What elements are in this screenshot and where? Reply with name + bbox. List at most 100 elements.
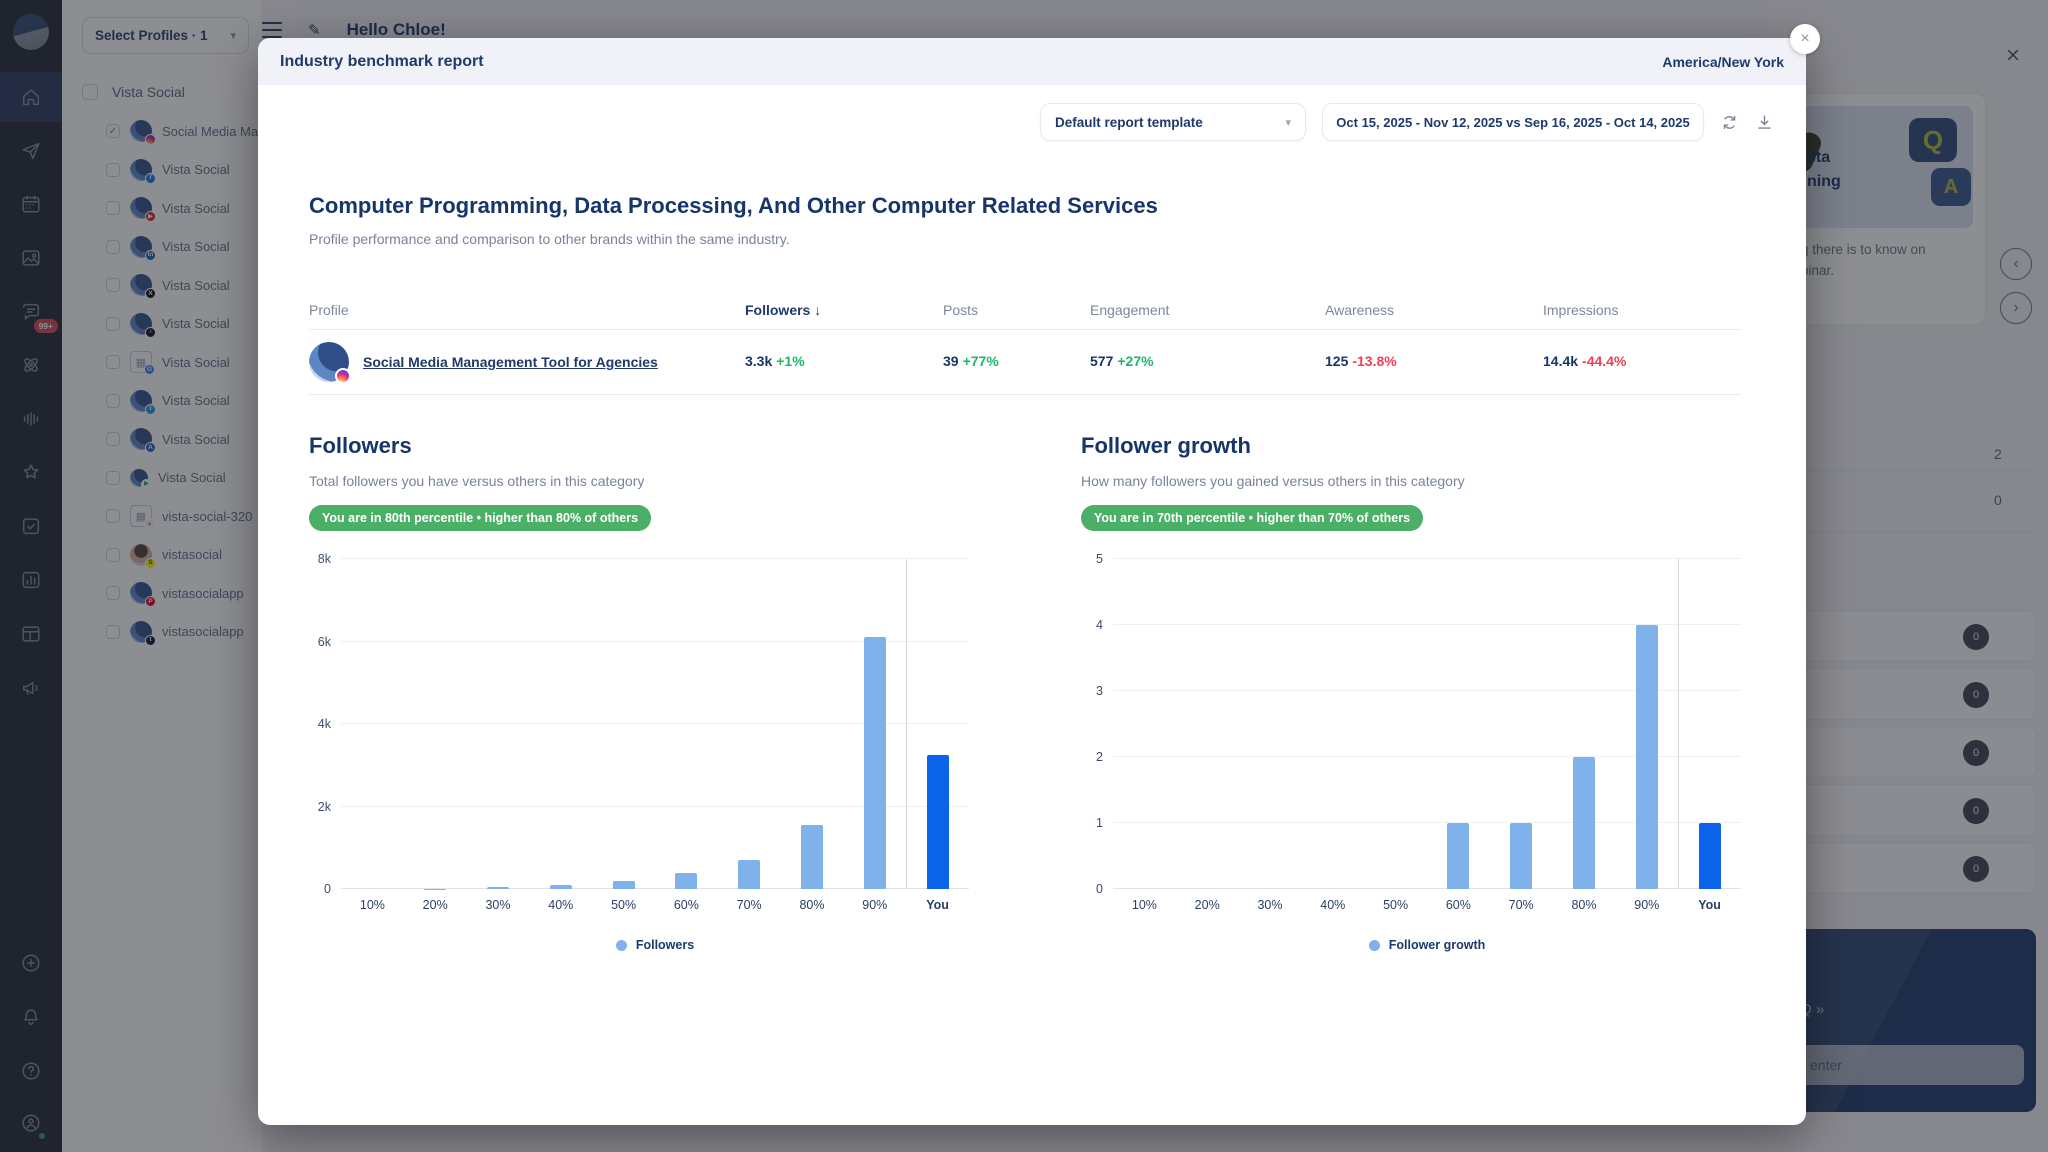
modal-title: Industry benchmark report	[280, 53, 484, 71]
followers-chart: 02k4k6k8k10%20%30%40%50%60%70%80%90%YouF…	[309, 559, 969, 952]
y-axis: 012345	[1081, 559, 1113, 889]
bar-80%	[1573, 757, 1595, 889]
industry-subtitle: Profile performance and comparison to ot…	[309, 231, 1741, 247]
download-icon	[1755, 113, 1774, 132]
sort-desc-icon: ↓	[814, 302, 821, 318]
legend: Followers	[341, 938, 969, 952]
refresh-icon	[1720, 113, 1739, 132]
y-tick-label: 1	[1096, 816, 1103, 830]
bar-60%	[675, 873, 697, 889]
x-tick-label: 80%	[1553, 898, 1616, 912]
chevron-down-icon: ▾	[1285, 116, 1291, 129]
bar-You	[1699, 823, 1721, 889]
table-header-row: Profile Followers ↓ Posts Engagement Awa…	[309, 291, 1741, 329]
y-tick-label: 4	[1096, 618, 1103, 632]
y-tick-label: 0	[1096, 882, 1103, 896]
y-tick-label: 5	[1096, 552, 1103, 566]
profile-avatar	[309, 342, 349, 382]
x-tick-label: 20%	[404, 898, 467, 912]
date-range-picker[interactable]: Oct 15, 2025 - Nov 12, 2025 vs Sep 16, 2…	[1322, 103, 1704, 141]
x-tick-label: 60%	[1427, 898, 1490, 912]
x-tick-label: 60%	[655, 898, 718, 912]
posts-cell: 39+77%	[943, 353, 1090, 371]
x-tick-label: 20%	[1176, 898, 1239, 912]
follower-growth-chart: 01234510%20%30%40%50%60%70%80%90%YouFoll…	[1081, 559, 1741, 952]
column-header-followers[interactable]: Followers ↓	[745, 302, 943, 318]
x-tick-label: 40%	[529, 898, 592, 912]
modal-body: Computer Programming, Data Processing, A…	[258, 193, 1806, 952]
chart-subtitle: How many followers you gained versus oth…	[1081, 473, 1741, 489]
x-tick-label: 30%	[1239, 898, 1302, 912]
timezone-label: America/New York	[1662, 54, 1784, 70]
close-icon: ×	[1800, 30, 1809, 48]
x-tick-label: 50%	[1364, 898, 1427, 912]
bar-70%	[738, 860, 760, 889]
instagram-badge-icon	[335, 368, 351, 384]
legend-label: Follower growth	[1389, 938, 1486, 952]
screen: 99+ Select Profiles · 1 ▾ Vista Social ✓…	[0, 0, 2048, 1152]
download-button[interactable]	[1755, 113, 1774, 132]
you-separator-line	[1678, 559, 1679, 889]
column-header-awareness[interactable]: Awareness	[1325, 302, 1543, 318]
x-tick-label: 10%	[1113, 898, 1176, 912]
y-tick-label: 2	[1096, 750, 1103, 764]
industry-benchmark-modal: × Industry benchmark report America/New …	[258, 38, 1806, 1125]
bar-40%	[550, 885, 572, 889]
modal-header: Industry benchmark report America/New Yo…	[258, 38, 1806, 85]
y-tick-label: 8k	[318, 552, 331, 566]
table-row: Social Media Management Tool for Agencie…	[309, 330, 1741, 394]
x-tick-label: 70%	[718, 898, 781, 912]
template-dropdown[interactable]: Default report template ▾	[1040, 103, 1306, 141]
percentile-badge: You are in 70th percentile • higher than…	[1081, 505, 1423, 531]
bar-60%	[1447, 823, 1469, 889]
y-tick-label: 3	[1096, 684, 1103, 698]
modal-close-button[interactable]: ×	[1790, 24, 1820, 54]
plot-area	[341, 559, 969, 889]
bar-90%	[1636, 625, 1658, 889]
x-tick-label: 50%	[592, 898, 655, 912]
y-axis: 02k4k6k8k	[309, 559, 341, 889]
followers-cell: 3.3k+1%	[745, 353, 943, 371]
legend-label: Followers	[636, 938, 694, 952]
x-tick-label: 30%	[467, 898, 530, 912]
column-header-posts[interactable]: Posts	[943, 302, 1090, 318]
x-tick-label: 90%	[843, 898, 906, 912]
column-header-engagement[interactable]: Engagement	[1090, 302, 1325, 318]
engagement-cell: 577+27%	[1090, 353, 1325, 371]
follower-growth-section: Follower growth How many followers you g…	[1081, 433, 1741, 952]
y-tick-label: 6k	[318, 635, 331, 649]
y-tick-label: 0	[324, 882, 331, 896]
legend: Follower growth	[1113, 938, 1741, 952]
divider	[309, 394, 1741, 395]
refresh-button[interactable]	[1720, 113, 1739, 132]
charts-section: Followers Total followers you have versu…	[309, 433, 1741, 952]
you-separator-line	[906, 559, 907, 889]
bar-50%	[613, 881, 635, 889]
x-tick-label: 40%	[1301, 898, 1364, 912]
awareness-cell: 125-13.8%	[1325, 353, 1543, 371]
industry-title: Computer Programming, Data Processing, A…	[309, 193, 1741, 219]
report-toolbar: Default report template ▾ Oct 15, 2025 -…	[258, 103, 1806, 141]
bar-30%	[487, 887, 509, 889]
x-tick-label: You	[1678, 898, 1741, 912]
bar-90%	[864, 637, 886, 889]
chart-subtitle: Total followers you have versus others i…	[309, 473, 969, 489]
x-tick-label: You	[906, 898, 969, 912]
y-tick-label: 2k	[318, 800, 331, 814]
y-tick-label: 4k	[318, 717, 331, 731]
x-tick-label: 10%	[341, 898, 404, 912]
legend-dot-icon	[1369, 940, 1380, 951]
x-tick-label: 70%	[1490, 898, 1553, 912]
x-axis: 10%20%30%40%50%60%70%80%90%You	[1113, 898, 1741, 912]
x-tick-label: 80%	[781, 898, 844, 912]
column-header-impressions[interactable]: Impressions	[1543, 302, 1741, 318]
followers-section: Followers Total followers you have versu…	[309, 433, 969, 952]
bar-70%	[1510, 823, 1532, 889]
bar-You	[927, 755, 949, 889]
gridline	[1113, 558, 1741, 559]
x-axis: 10%20%30%40%50%60%70%80%90%You	[341, 898, 969, 912]
profile-link[interactable]: Social Media Management Tool for Agencie…	[363, 354, 658, 370]
x-tick-label: 90%	[1615, 898, 1678, 912]
column-header-profile[interactable]: Profile	[309, 302, 745, 318]
chart-title: Follower growth	[1081, 433, 1741, 459]
